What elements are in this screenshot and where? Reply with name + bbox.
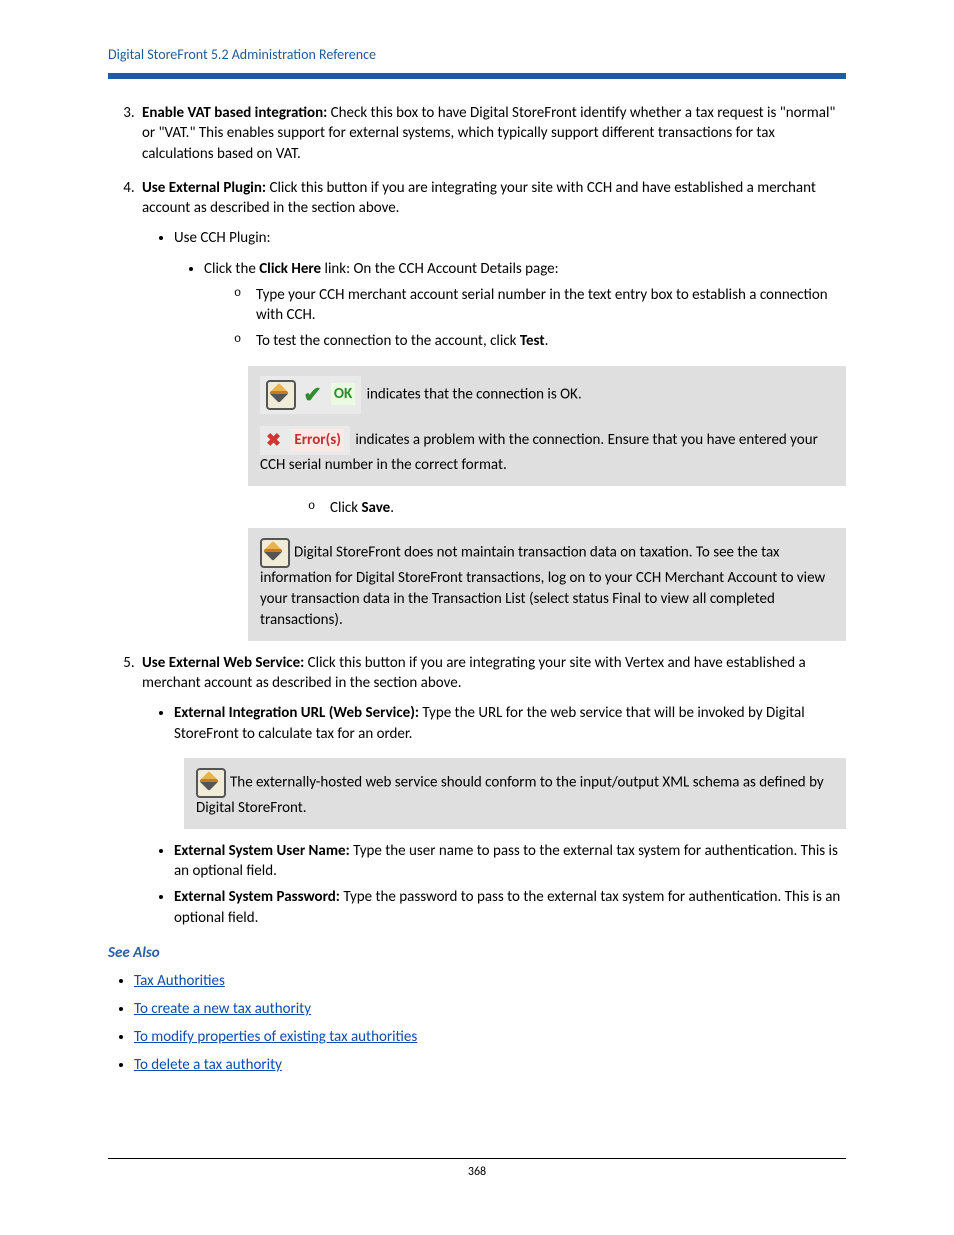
item4-o2: To test the connection to the account, c… (234, 331, 846, 351)
pencil-icon (196, 768, 226, 798)
b1-label: External Integration URL (Web Service): (174, 704, 419, 722)
page-header: Digital StoreFront 5.2 Administration Re… (108, 46, 846, 69)
item4-sub1a: Click the Click Here link: On the CCH Ac… (204, 259, 846, 352)
link-item: To create a new tax authority (134, 1000, 846, 1018)
ok-chip: OK (260, 376, 361, 414)
check-icon (303, 384, 325, 406)
x-icon (266, 430, 286, 450)
b3-label: External System Password: (174, 888, 340, 906)
ok-label: OK (331, 383, 355, 405)
note2-text: Digital StoreFront does not maintain tra… (260, 543, 825, 628)
sub1a-post: link: On the CCH Account Details page: (321, 260, 559, 278)
item5-label: Use External Web Service: (142, 654, 304, 672)
status-notebox: OK indicates that the connection is OK. … (248, 366, 846, 486)
item5-b3: External System Password: Type the passw… (174, 887, 846, 928)
list-item-3: Enable VAT based integration: Check this… (138, 103, 846, 164)
see-also-heading: See Also (108, 944, 846, 962)
list-item-4: Use External Plugin: Click this button i… (138, 178, 846, 352)
item5-b2: External System User Name: Type the user… (174, 841, 846, 882)
xml-schema-notebox: The externally-hosted web service should… (184, 758, 846, 829)
item5-b1: External Integration URL (Web Service): … (174, 703, 846, 744)
link-modify-tax-authorities[interactable]: To modify properties of existing tax aut… (134, 1028, 417, 1046)
note-text: The externally-hosted web service should… (196, 773, 824, 816)
item4-o1: Type your CCH merchant account serial nu… (234, 285, 846, 326)
link-item: To delete a tax authority (134, 1056, 846, 1074)
link-item: Tax Authorities (134, 972, 846, 990)
o3-bold: Save (361, 499, 390, 517)
header-rule (108, 73, 846, 79)
b2-label: External System User Name: (174, 842, 350, 860)
list-item-5: Use External Web Service: Click this but… (138, 653, 846, 744)
transaction-notebox: Digital StoreFront does not maintain tra… (248, 528, 846, 641)
error-chip: Error(s) (260, 426, 350, 455)
link-delete-tax-authority[interactable]: To delete a tax authority (134, 1056, 282, 1074)
pencil-icon (260, 538, 290, 568)
item4-label: Use External Plugin: (142, 179, 266, 197)
link-item: To modify properties of existing tax aut… (134, 1028, 846, 1046)
o2-post: . (545, 332, 549, 350)
link-create-tax-authority[interactable]: To create a new tax authority (134, 1000, 311, 1018)
link-tax-authorities[interactable]: Tax Authorities (134, 972, 225, 990)
ok-text: indicates that the connection is OK. (363, 385, 581, 403)
o3-pre: Click (330, 499, 361, 517)
item3-label: Enable VAT based integration: (142, 104, 327, 122)
item4-sub1: Use CCH Plugin: (174, 228, 846, 248)
o3-post: . (390, 499, 394, 517)
sub1a-pre: Click the (204, 260, 259, 278)
sub1a-bold: Click Here (259, 260, 321, 278)
page-footer: 368 (108, 1158, 846, 1179)
page-number: 368 (468, 1165, 486, 1179)
o2-bold: Test (520, 332, 545, 350)
item4-o3: Click Save. (308, 498, 846, 518)
o2-pre: To test the connection to the account, c… (256, 332, 520, 350)
pencil-icon (266, 380, 296, 410)
error-label: Error(s) (291, 429, 344, 451)
